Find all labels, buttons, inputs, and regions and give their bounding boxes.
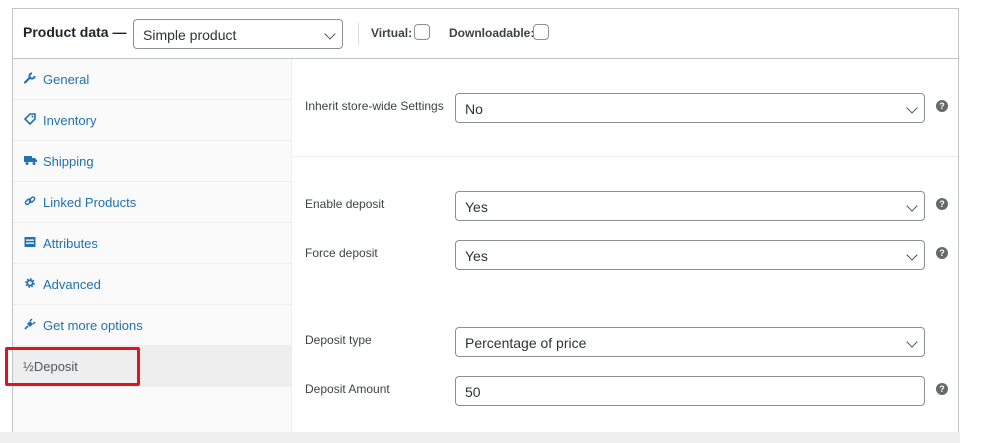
tab-inventory[interactable]: Inventory (13, 100, 291, 141)
help-icon[interactable]: ? (936, 383, 948, 395)
deposit-amount-label: Deposit Amount (305, 382, 390, 396)
tab-inventory-label: Inventory (43, 113, 97, 128)
downloadable-checkbox[interactable] (533, 24, 549, 40)
tab-attributes[interactable]: Attributes (13, 223, 291, 264)
tab-general-label: General (43, 72, 90, 87)
deposit-amount-value: 50 (465, 384, 481, 400)
truck-icon (23, 154, 37, 168)
page-bottom-strip (0, 432, 960, 443)
inherit-settings-label: Inherit store-wide Settings (305, 99, 444, 113)
product-type-value: Simple product (143, 27, 237, 43)
list-icon (23, 236, 37, 250)
wrench-icon (23, 72, 37, 86)
plugin-icon (23, 318, 37, 332)
deposit-settings-panel: Inherit store-wide Settings No ? Enable … (293, 59, 958, 439)
tab-shipping-label: Shipping (43, 154, 94, 169)
chevron-down-icon (324, 28, 336, 40)
product-data-title: Product data — (23, 24, 127, 40)
force-deposit-label: Force deposit (305, 246, 378, 260)
tab-linked-products[interactable]: Linked Products (13, 182, 291, 223)
inherit-settings-select[interactable]: No (455, 93, 925, 123)
force-deposit-select[interactable]: Yes (455, 240, 925, 270)
help-icon[interactable]: ? (936, 100, 948, 112)
chevron-down-icon (906, 200, 918, 212)
chevron-down-icon (906, 102, 918, 114)
product-data-panel: Product data — Simple product Virtual: D… (12, 8, 959, 440)
deposit-type-select[interactable]: Percentage of price (455, 327, 925, 357)
enable-deposit-label: Enable deposit (305, 197, 385, 211)
tab-get-more-options-label: Get more options (43, 318, 143, 333)
enable-deposit-value: Yes (465, 199, 488, 215)
deposit-type-label: Deposit type (305, 333, 372, 347)
chevron-down-icon (906, 249, 918, 261)
deposit-amount-input[interactable]: 50 (455, 376, 925, 406)
header-divider (358, 23, 359, 45)
tab-advanced[interactable]: Advanced (13, 264, 291, 305)
downloadable-label: Downloadable: (449, 26, 535, 40)
tag-icon (23, 113, 37, 127)
deposit-tab-highlight (5, 347, 140, 386)
help-icon[interactable]: ? (936, 247, 948, 259)
chevron-down-icon (906, 336, 918, 348)
force-deposit-value: Yes (465, 248, 488, 264)
link-icon (23, 195, 37, 209)
section-divider (293, 156, 958, 157)
virtual-checkbox[interactable] (414, 24, 430, 40)
deposit-type-value: Percentage of price (465, 335, 587, 351)
tab-advanced-label: Advanced (43, 277, 101, 292)
tab-get-more-options[interactable]: Get more options (13, 305, 291, 346)
tab-general[interactable]: General (13, 59, 291, 100)
gear-icon (23, 277, 37, 291)
virtual-label: Virtual: (371, 26, 413, 40)
inherit-settings-value: No (465, 101, 483, 117)
enable-deposit-select[interactable]: Yes (455, 191, 925, 221)
tab-shipping[interactable]: Shipping (13, 141, 291, 182)
product-data-header: Product data — Simple product Virtual: D… (13, 9, 958, 59)
product-type-select[interactable]: Simple product (133, 19, 343, 49)
tab-attributes-label: Attributes (43, 236, 98, 251)
tab-linked-products-label: Linked Products (43, 195, 137, 210)
help-icon[interactable]: ? (936, 198, 948, 210)
